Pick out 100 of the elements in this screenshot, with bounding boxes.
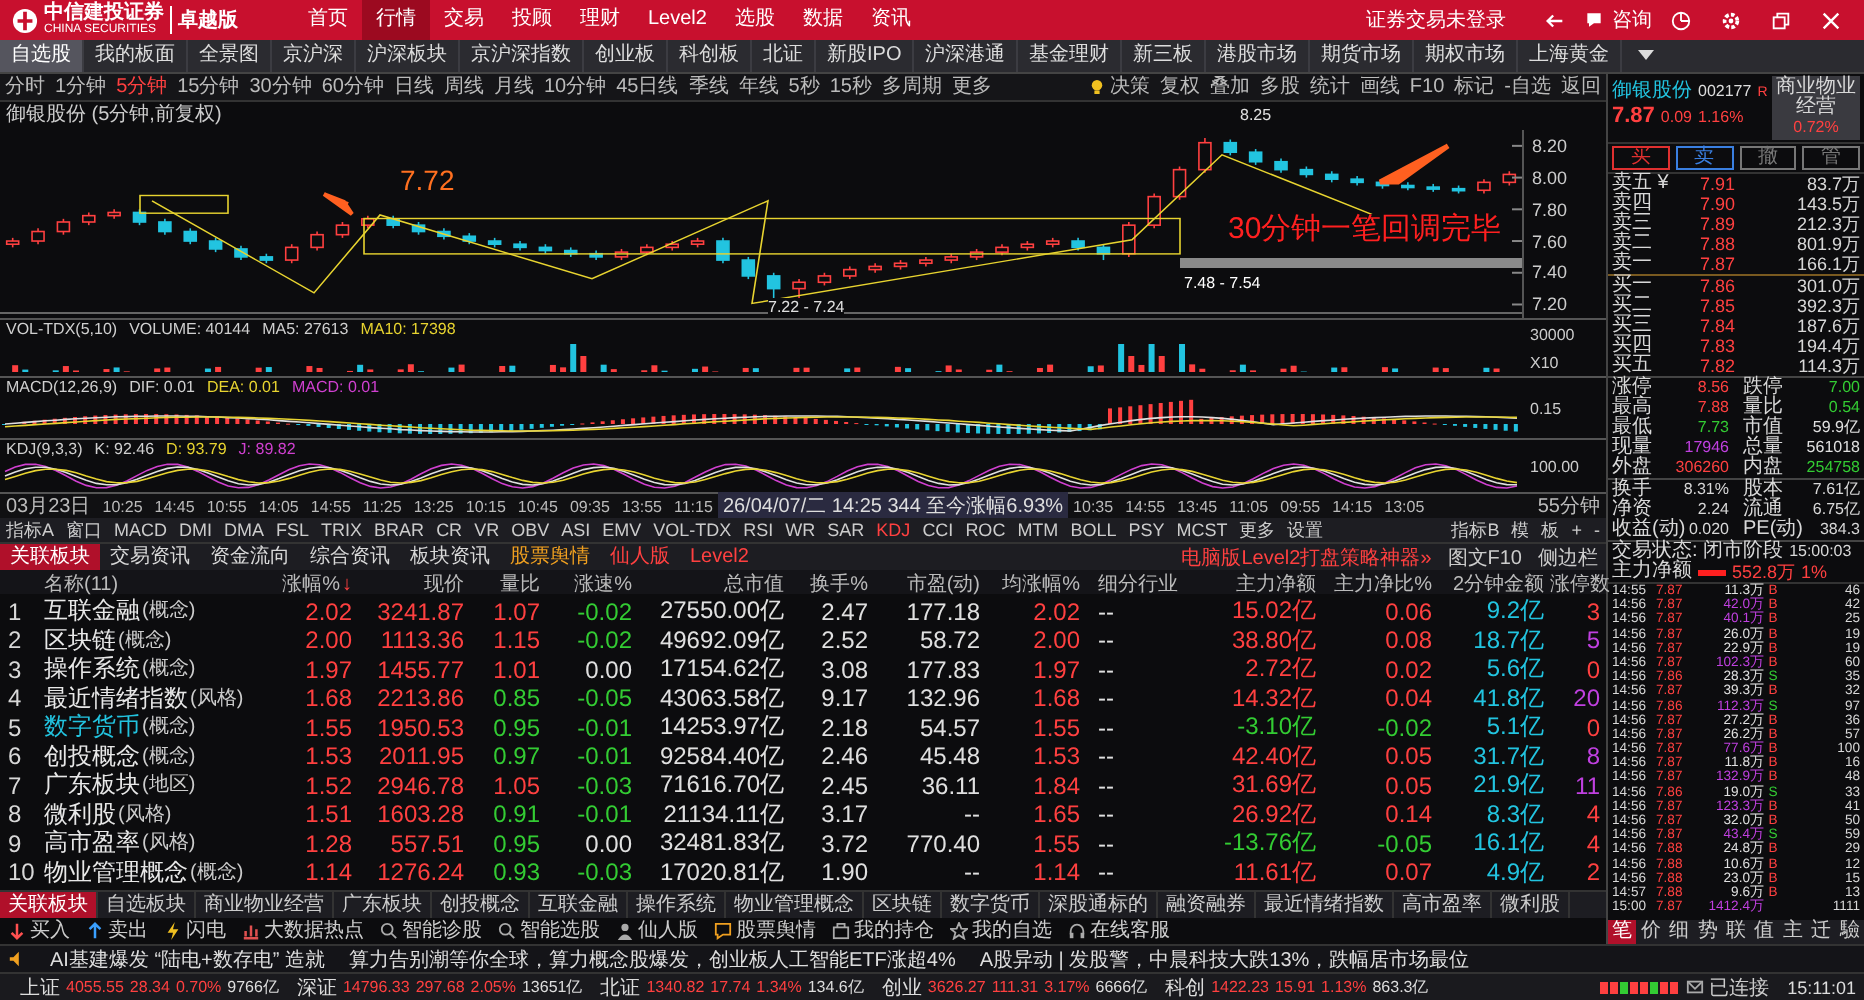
sector-tab[interactable]: 微利股 bbox=[1492, 892, 1570, 918]
toolbar-button[interactable]: 智能选股 bbox=[520, 919, 600, 943]
chart-tool[interactable]: -自选 bbox=[1499, 75, 1556, 99]
indicator-tab[interactable]: VOL-TDX bbox=[647, 518, 738, 542]
market-tab[interactable]: 自选股 bbox=[0, 40, 84, 72]
market-tab[interactable]: 上海黄金 bbox=[1518, 40, 1623, 72]
side-tab[interactable]: 主 bbox=[1778, 920, 1808, 944]
indicator-tab[interactable]: ROC bbox=[959, 518, 1012, 542]
market-tab[interactable]: 新股IPO bbox=[816, 40, 915, 72]
news-headline[interactable]: AI基建爆发 “陆电+数存电” 造就 bbox=[50, 945, 326, 973]
chart-tool[interactable]: 画线 bbox=[1354, 75, 1405, 99]
restore-icon[interactable] bbox=[1770, 9, 1792, 31]
market-tab[interactable]: 创业板 bbox=[584, 40, 668, 72]
headset-icon[interactable] bbox=[1068, 922, 1086, 940]
market-tab[interactable]: 期权市场 bbox=[1414, 40, 1519, 72]
column-header[interactable]: 现价 bbox=[358, 570, 470, 598]
table-tab[interactable]: 股票舆情 bbox=[500, 544, 600, 570]
period-tab[interactable]: 5分钟 bbox=[111, 75, 173, 99]
market-tab[interactable]: 北证 bbox=[752, 40, 816, 72]
toolbar-button[interactable]: 智能诊股 bbox=[402, 919, 482, 943]
period-tab[interactable]: 多周期 bbox=[876, 75, 947, 99]
pie-chart-icon[interactable] bbox=[1670, 9, 1692, 31]
indicator-tab[interactable]: 窗口 bbox=[60, 518, 109, 542]
table-tab[interactable]: 资金流向 bbox=[200, 544, 300, 570]
indicator-tab[interactable]: OBV bbox=[505, 518, 556, 542]
caret-icon[interactable] bbox=[1638, 50, 1655, 62]
side-tab[interactable]: 迁 bbox=[1807, 920, 1836, 944]
indicator-tab[interactable]: RSI bbox=[737, 518, 780, 542]
indicator-tab[interactable]: + bbox=[1565, 518, 1588, 542]
column-header[interactable]: 换手% bbox=[790, 570, 874, 598]
period-tab[interactable]: 30分钟 bbox=[244, 75, 317, 99]
column-header[interactable]: 主力净比% bbox=[1322, 570, 1438, 598]
market-tab[interactable]: 全景图 bbox=[188, 40, 272, 72]
column-header[interactable]: 涨速% bbox=[546, 570, 638, 598]
menu-item[interactable]: 数据 bbox=[788, 0, 857, 40]
period-tab[interactable]: 45日线 bbox=[611, 75, 684, 99]
side-tab[interactable]: 价 bbox=[1636, 920, 1665, 944]
settings-icon[interactable] bbox=[1720, 9, 1742, 31]
up-arrow-icon[interactable] bbox=[86, 922, 104, 940]
sector-tab[interactable]: 区块链 bbox=[864, 892, 942, 918]
mail-icon[interactable] bbox=[1685, 978, 1704, 996]
news-headline[interactable]: A股异动 | 发股警，中晨科技大跌13%，跌幅居市场最位 bbox=[979, 945, 1470, 973]
column-header[interactable]: 均涨幅% bbox=[986, 570, 1086, 598]
sector-tab[interactable]: 广东板块 bbox=[334, 892, 432, 918]
period-tab[interactable]: 年线 bbox=[733, 75, 784, 99]
chart-tool[interactable]: 统计 bbox=[1304, 75, 1355, 99]
chart-tool[interactable]: 返回 bbox=[1556, 75, 1606, 99]
indicator-tab[interactable]: CR bbox=[430, 518, 469, 542]
indicator-tab[interactable]: FSL bbox=[270, 518, 316, 542]
market-tab[interactable]: 沪深港通 bbox=[914, 40, 1019, 72]
indicator-tab[interactable]: 板 bbox=[1535, 518, 1566, 542]
menu-item[interactable]: 行情 bbox=[362, 0, 430, 40]
side-tab[interactable]: 势 bbox=[1693, 920, 1722, 944]
side-tab[interactable]: 笔 bbox=[1608, 920, 1637, 944]
index-name[interactable]: 北证 bbox=[600, 973, 641, 1000]
sector-tab[interactable]: 关联板块 bbox=[0, 892, 98, 918]
side-tab[interactable]: 细 bbox=[1664, 920, 1694, 944]
toolbar-button[interactable]: 买入 bbox=[30, 919, 70, 943]
index-name[interactable]: 深证 bbox=[296, 973, 337, 1000]
side-tab[interactable]: 值 bbox=[1750, 920, 1779, 944]
toolbar-button[interactable]: 闪电 bbox=[186, 919, 226, 943]
indicator-tab[interactable]: 指标A bbox=[0, 518, 61, 542]
search-icon[interactable] bbox=[498, 922, 516, 940]
column-header[interactable]: 主力净额 bbox=[1194, 570, 1322, 598]
table-tab[interactable]: 板块资讯 bbox=[400, 544, 500, 570]
menu-item[interactable]: 理财 bbox=[566, 0, 634, 40]
index-name[interactable]: 上证 bbox=[20, 973, 60, 1000]
table-tab[interactable]: 交易资讯 bbox=[100, 544, 200, 570]
chart-tool[interactable]: 决策 bbox=[1104, 75, 1155, 99]
star-icon[interactable] bbox=[950, 922, 968, 940]
indicator-tab[interactable]: VR bbox=[468, 518, 506, 542]
table-tab[interactable]: 关联板块 bbox=[0, 544, 100, 570]
menu-item[interactable]: 资讯 bbox=[856, 0, 925, 40]
menu-item[interactable]: 选股 bbox=[720, 0, 789, 40]
menu-item[interactable]: 投顾 bbox=[498, 0, 566, 40]
person-icon[interactable] bbox=[616, 922, 634, 940]
indicator-tab[interactable]: MTM bbox=[1011, 518, 1065, 542]
briefcase-icon[interactable] bbox=[832, 922, 850, 940]
sector-tab[interactable]: 融资融券 bbox=[1158, 892, 1256, 918]
toolbar-button[interactable]: 我的自选 bbox=[972, 919, 1052, 943]
login-status[interactable]: 证券交易未登录 bbox=[1366, 6, 1506, 34]
period-tab[interactable]: 日线 bbox=[389, 75, 439, 99]
column-header[interactable]: 2分钟金额 bbox=[1438, 570, 1550, 598]
market-tab[interactable]: 基金理财 bbox=[1018, 40, 1123, 72]
sector-tab[interactable]: 自选板块 bbox=[98, 892, 196, 918]
column-header[interactable]: 细分行业 bbox=[1086, 570, 1194, 598]
market-tab[interactable]: 港股市场 bbox=[1206, 40, 1311, 72]
indicator-tab[interactable]: - bbox=[1588, 518, 1606, 542]
sector-tab[interactable]: 高市盈率 bbox=[1394, 892, 1492, 918]
period-tab[interactable]: 季线 bbox=[683, 75, 734, 99]
chart-tool[interactable]: 叠加 bbox=[1204, 75, 1255, 99]
indicator-tab[interactable]: DMA bbox=[218, 518, 271, 542]
period-tab[interactable]: 15分钟 bbox=[172, 75, 245, 99]
table-link[interactable]: 图文F10 bbox=[1439, 543, 1530, 571]
sector-tab[interactable]: 深股通标的 bbox=[1040, 892, 1158, 918]
chat-icon[interactable] bbox=[714, 922, 732, 940]
toolbar-button[interactable]: 仙人版 bbox=[638, 919, 698, 943]
indicator-tab[interactable]: 指标B bbox=[1445, 518, 1506, 542]
market-tab[interactable]: 期货市场 bbox=[1310, 40, 1415, 72]
back-arrow-icon[interactable] bbox=[1544, 9, 1566, 31]
